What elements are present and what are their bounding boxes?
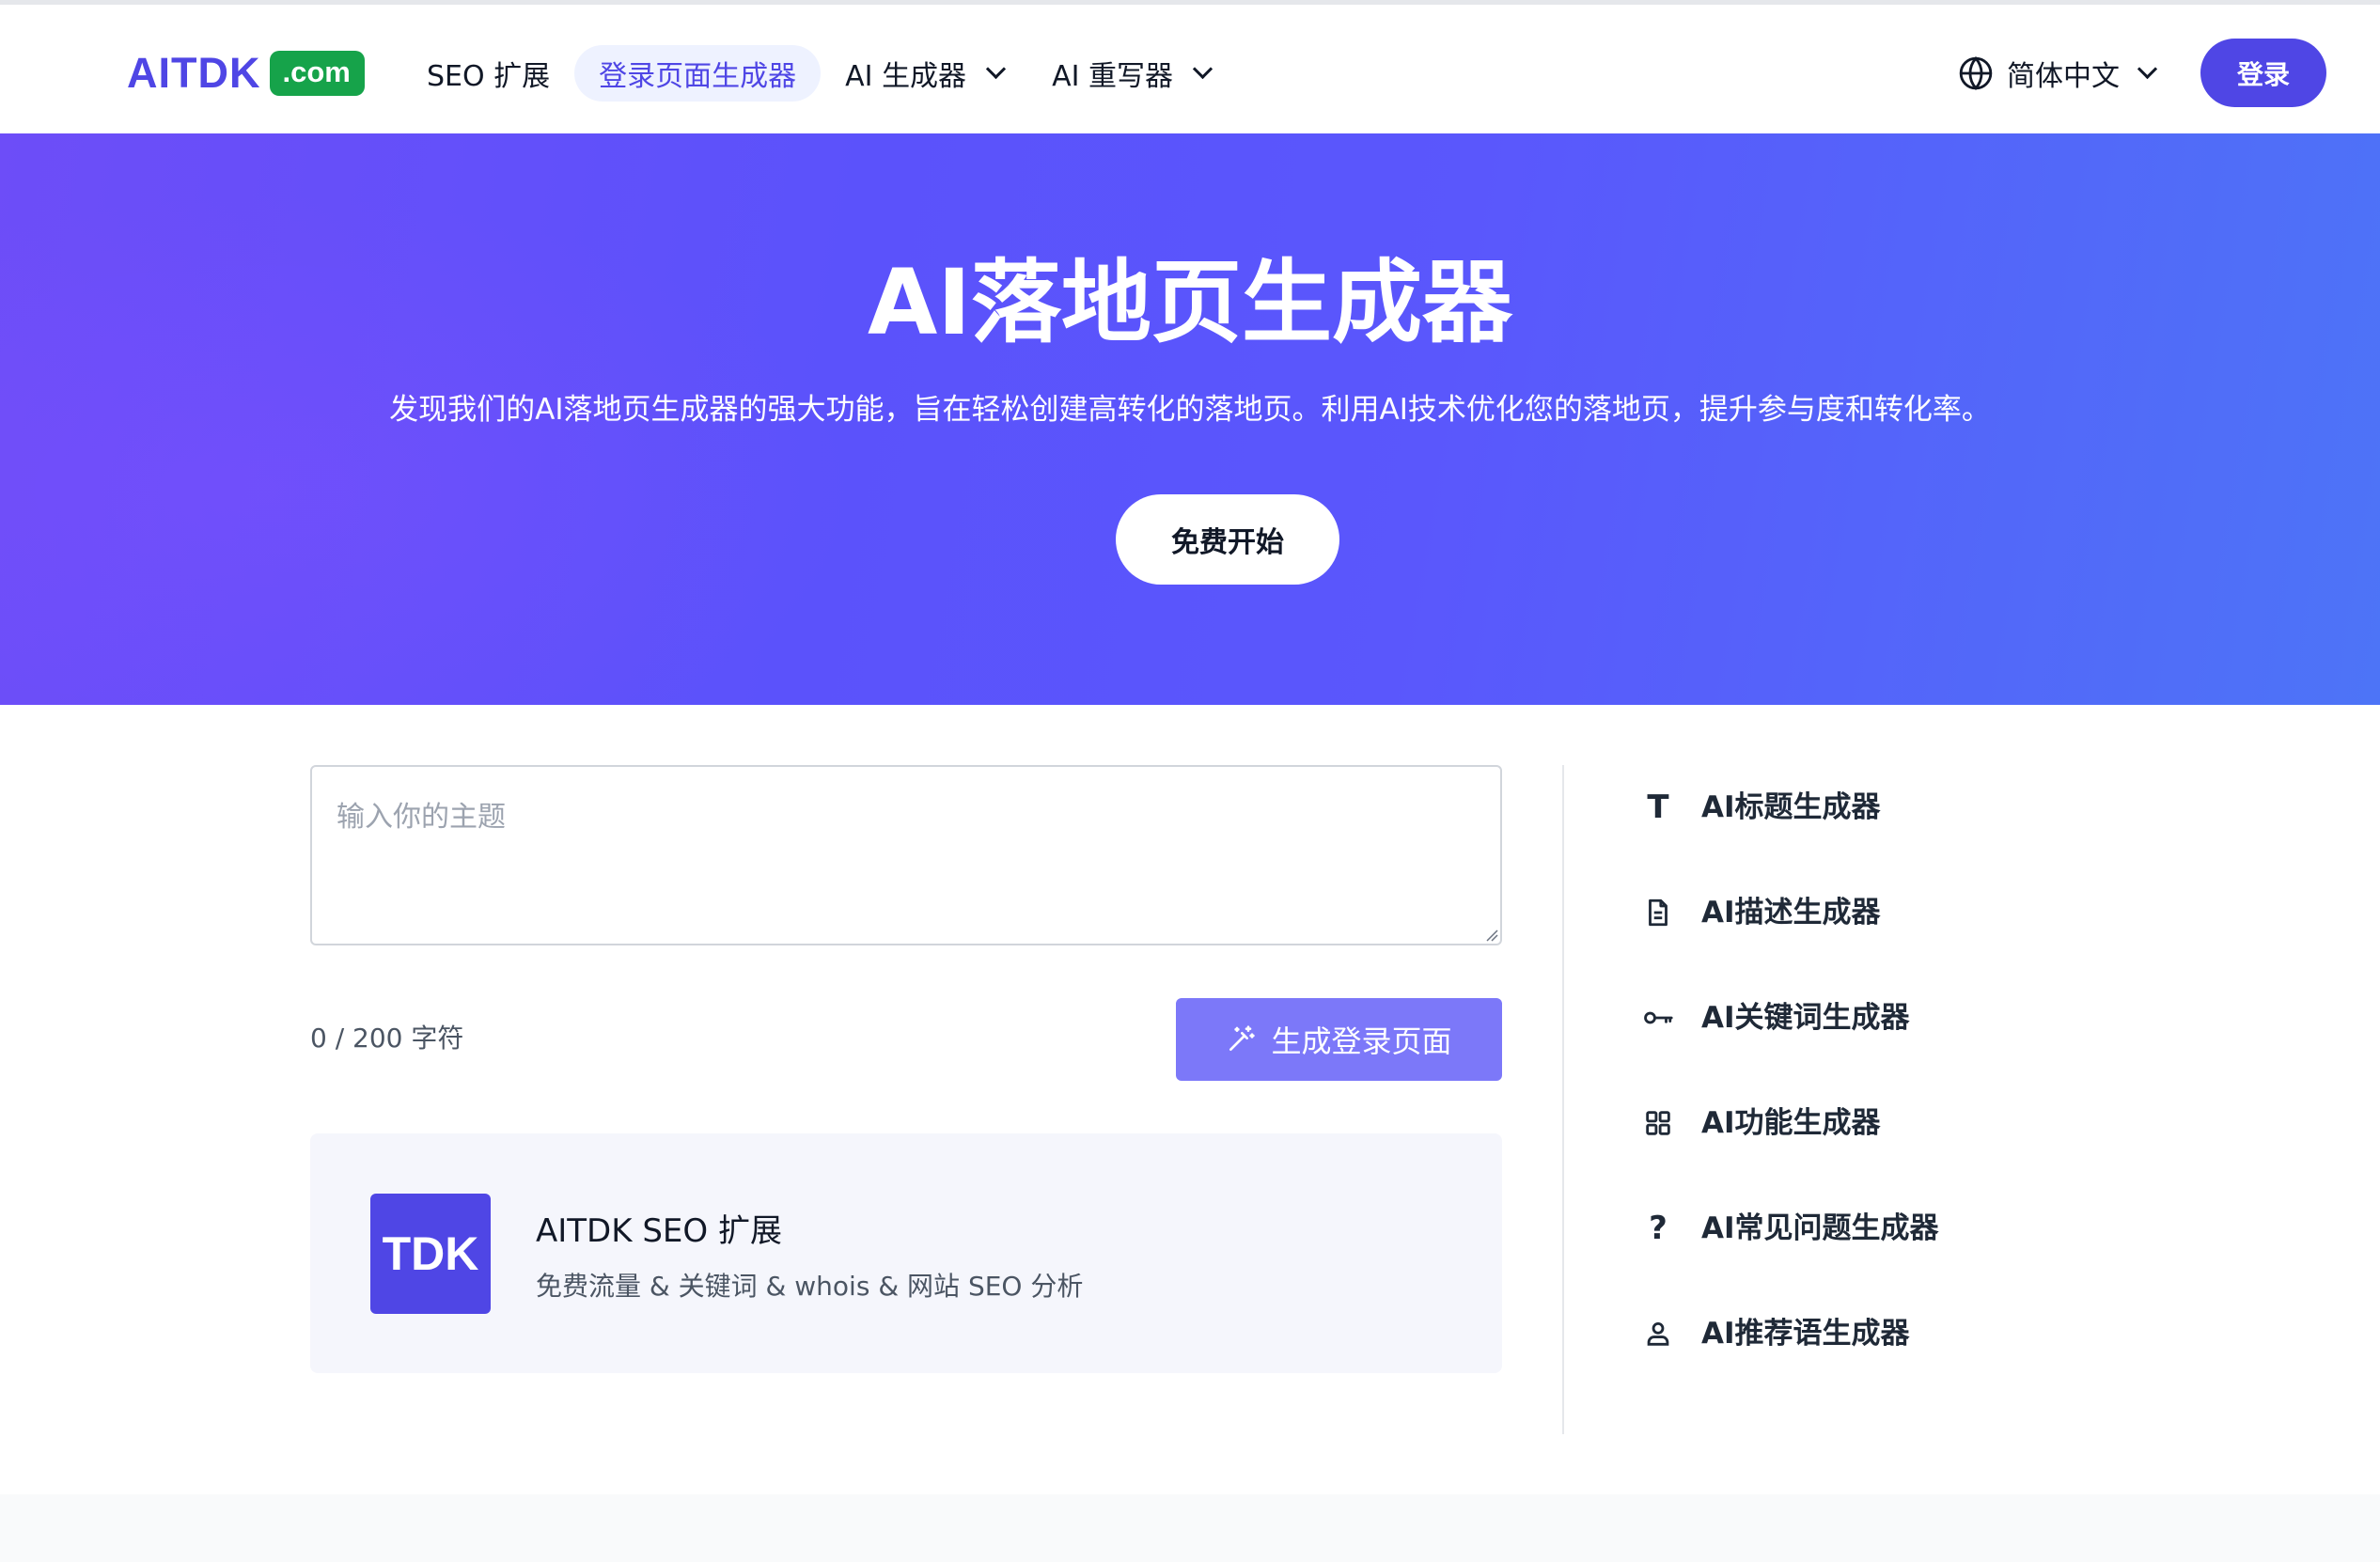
seo-extension-promo-card[interactable]: TDK AITDK SEO 扩展 免费流量 & 关键词 & whois & 网站… [310,1133,1502,1373]
question-icon: ? [1649,1210,1668,1247]
tool-title-generator[interactable]: T AI标题生成器 [1641,784,2205,889]
resize-handle-icon[interactable] [1485,929,1498,942]
vertical-divider [1562,765,1564,1434]
nav-landing-page-generator-label: 登录页面生成器 [599,60,797,93]
language-selector[interactable]: 简体中文 [1958,52,2158,95]
hero-subtitle: 发现我们的AI落地页生成器的强大功能，旨在轻松创建高转化的落地页。利用AI技术优… [389,393,1991,427]
tool-testimonial-generator[interactable]: AI推荐语生成器 [1641,1310,2205,1415]
chevron-down-icon [2137,58,2158,79]
tool-feature-generator[interactable]: AI功能生成器 [1641,1100,2205,1205]
tool-label: AI功能生成器 [1701,1106,1881,1140]
tool-description-generator[interactable]: AI描述生成器 [1641,889,2205,994]
footer-band [0,1494,2380,1562]
tool-keyword-generator[interactable]: AI关键词生成器 [1641,994,2205,1100]
tool-label: AI常见问题生成器 [1701,1211,1939,1245]
nav-ai-generator-dropdown[interactable]: AI 生成器 [821,45,1027,102]
hero-banner: AI落地页生成器 发现我们的AI落地页生成器的强大功能，旨在轻松创建高转化的落地… [0,133,2380,705]
start-free-button[interactable]: 免费开始 [1116,494,1339,585]
document-icon [1641,889,1675,936]
chevron-down-icon [985,58,1007,79]
magic-wand-icon [1229,1025,1256,1051]
generate-landing-page-button[interactable]: 生成登录页面 [1176,998,1502,1081]
tool-label: AI标题生成器 [1701,790,1881,824]
logo-badge: .com [270,51,365,96]
globe-icon [1959,56,1993,90]
tool-label: AI描述生成器 [1701,896,1881,929]
site-header: AITDK .com SEO 扩展 登录页面生成器 AI 生成器 AI 重写器 … [0,5,2380,133]
login-button[interactable]: 登录 [2200,39,2326,107]
promo-description: 免费流量 & 关键词 & whois & 网站 SEO 分析 [536,1271,1084,1302]
grid-icon [1641,1100,1675,1147]
nav-seo-extension[interactable]: SEO 扩展 [402,45,574,102]
title-t-icon: T [1647,789,1669,826]
page-title: AI落地页生成器 [867,250,1512,355]
site-logo[interactable]: AITDK .com [127,47,365,100]
nav-ai-rewriter-dropdown[interactable]: AI 重写器 [1027,45,1234,102]
tool-faq-generator[interactable]: ? AI常见问题生成器 [1641,1205,2205,1310]
main-nav: SEO 扩展 登录页面生成器 AI 生成器 AI 重写器 [402,45,1234,102]
nav-ai-rewriter-label: AI 重写器 [1052,60,1173,93]
generate-button-label: 生成登录页面 [1271,1024,1452,1058]
logo-text: AITDK [127,49,261,97]
promo-title: AITDK SEO 扩展 [536,1212,782,1250]
key-icon [1641,994,1675,1041]
topic-input[interactable] [310,765,1502,945]
nav-ai-generator-label: AI 生成器 [845,60,967,93]
nav-landing-page-generator[interactable]: 登录页面生成器 [574,45,822,102]
nav-seo-extension-label: SEO 扩展 [427,60,551,93]
related-tools-list: T AI标题生成器 AI描述生成器 AI关键词生成器 AI功能生成器 ? AI常… [1641,784,2205,1415]
tool-label: AI关键词生成器 [1701,1001,1910,1035]
tdk-logo: TDK [370,1194,491,1314]
chevron-down-icon [1192,58,1213,79]
user-icon [1641,1310,1675,1357]
tool-label: AI推荐语生成器 [1701,1317,1910,1351]
char-counter: 0 / 200 字符 [310,1023,464,1054]
language-label: 简体中文 [2007,60,2120,93]
